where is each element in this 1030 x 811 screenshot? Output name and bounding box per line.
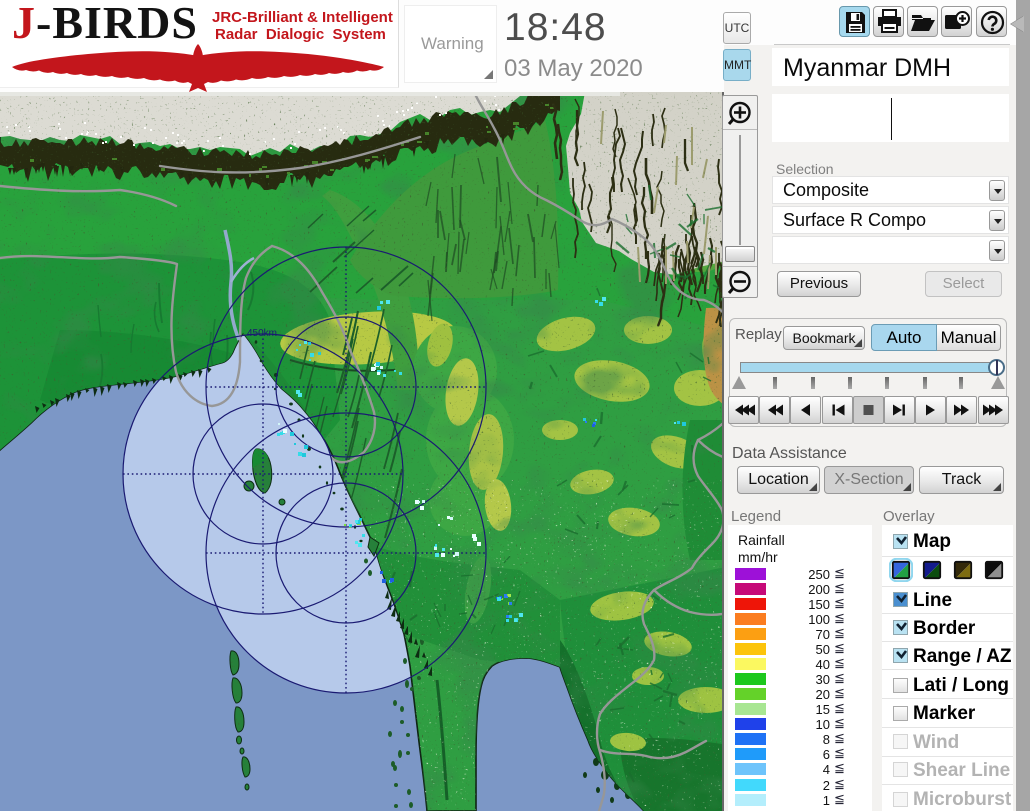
svg-text:450km: 450km bbox=[247, 328, 277, 339]
